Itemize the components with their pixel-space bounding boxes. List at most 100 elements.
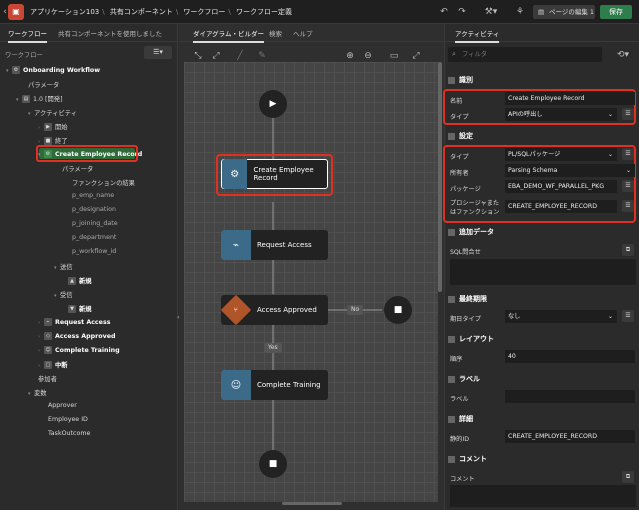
procedure-list-icon[interactable]: ☰ — [622, 200, 634, 212]
tree-menu-button[interactable]: ☰▾ — [144, 46, 172, 59]
tab-help[interactable]: ヘルプ — [293, 28, 313, 38]
comment-textarea[interactable] — [450, 485, 636, 507]
tree-complete-training[interactable]: › ☺ Complete Training — [38, 346, 120, 354]
edit-icon[interactable]: ✎ — [256, 50, 268, 62]
tree-params[interactable]: パラメータ — [28, 80, 59, 89]
tree-interrupt[interactable]: › □ 中断 — [38, 360, 68, 369]
sql-editor-icon[interactable]: ⧉ — [622, 244, 634, 256]
label-field[interactable] — [505, 390, 635, 403]
end-node[interactable]: ■ — [259, 450, 287, 478]
tree-new-1[interactable]: ▲ 新規 — [68, 276, 92, 285]
search-icon: ⌕ — [452, 50, 456, 58]
start-node[interactable]: ▶ — [259, 90, 287, 118]
breadcrumb-workflow[interactable]: ワークフロー — [183, 8, 225, 16]
app-logo-icon[interactable]: ▣ — [8, 4, 24, 20]
section-layout[interactable]: レイアウト — [448, 334, 636, 344]
zoom-in-icon[interactable]: ⊕ — [344, 50, 356, 62]
name-field[interactable]: Create Employee Record — [505, 92, 635, 105]
tree-send[interactable]: ▾ 送信 — [54, 262, 73, 271]
canvas-vertical-scrollbar[interactable] — [438, 62, 442, 292]
tree-receive[interactable]: ▾ 受信 — [54, 290, 73, 299]
tree-var-1[interactable]: Approver — [48, 402, 77, 409]
tab-activity[interactable]: アクティビティ — [455, 28, 500, 43]
layout-icon[interactable]: ⤢ — [210, 50, 222, 62]
tree-func-result[interactable]: ファンクションの結果 — [72, 178, 135, 187]
node-request-access[interactable]: ⌁ Request Access — [221, 230, 328, 260]
breadcrumb-app[interactable]: アプリケーション103 — [30, 8, 99, 16]
type-list-icon[interactable]: ☰ — [622, 108, 634, 120]
save-button[interactable]: 保存 — [600, 5, 632, 19]
breadcrumb-shared[interactable]: 共有コンポーネント — [110, 8, 173, 16]
node-complete-training[interactable]: ☺ Complete Training — [221, 370, 328, 400]
type-select[interactable]: APIの呼出し ⌄ — [505, 108, 617, 121]
chevron-down-icon: ⌄ — [607, 151, 613, 158]
tree-variables[interactable]: ▾ 変数 — [28, 388, 47, 397]
tree-start[interactable]: › ▶ 開始 — [38, 122, 68, 131]
redo-icon[interactable]: ↷ — [456, 6, 468, 18]
tree-param-2[interactable]: p_designation — [72, 206, 116, 213]
undo-icon[interactable]: ↶ — [438, 6, 450, 18]
tree-participants[interactable]: 参加者 — [38, 374, 57, 383]
zoom-out-icon[interactable]: ⊖ — [362, 50, 374, 62]
settings-type-select[interactable]: PL/SQLパッケージ ⌄ — [505, 148, 617, 161]
tree-param-3[interactable]: p_joining_date — [72, 220, 118, 227]
yes-branch-label[interactable]: Yes — [264, 343, 282, 353]
go-to-group-icon[interactable]: ⟲▾ — [614, 49, 632, 61]
tree-param-1[interactable]: p_emp_name — [72, 192, 114, 199]
section-settings[interactable]: 設定 — [448, 131, 636, 141]
due-type-select[interactable]: なし ⌄ — [505, 310, 617, 323]
tree-sub-params[interactable]: パラメータ — [62, 164, 93, 173]
tab-shared-components[interactable]: 共有コンポーネントを使用しました — [58, 28, 162, 38]
tree-end[interactable]: › ■ 終了 — [38, 136, 68, 145]
edit-page-button[interactable]: ▤ ページの編集 1 — [533, 5, 595, 19]
fit-icon[interactable]: ▭ — [388, 50, 400, 62]
section-identification[interactable]: 識別 — [448, 75, 636, 85]
node-access-approved[interactable]: ⑂ Access Approved — [220, 294, 328, 326]
owner-select[interactable]: Parsing Schema ⌄ — [505, 164, 635, 177]
filter-input[interactable] — [462, 49, 592, 60]
tree-param-4[interactable]: p_department — [72, 234, 116, 241]
no-branch-label[interactable]: No — [347, 305, 364, 315]
package-field[interactable]: EBA_DEMO_WF_PARALLEL_PKG — [505, 180, 617, 193]
diagram-canvas[interactable]: ▶ ⚙ Create Employee Record ⌁ Request Acc… — [184, 62, 438, 502]
split-icon: ◇ — [44, 332, 52, 340]
static-id-field[interactable]: CREATE_EMPLOYEE_RECORD — [505, 430, 635, 443]
connector-icon[interactable]: ╱ — [234, 50, 246, 62]
tree-var-2[interactable]: Employee ID — [48, 416, 88, 423]
section-toggle-icon — [448, 228, 455, 236]
section-comments[interactable]: コメント — [448, 454, 636, 464]
settings-type-list-icon[interactable]: ☰ — [622, 148, 634, 160]
tree-root-label: ワークフロー — [5, 52, 43, 59]
tree-param-5[interactable]: p_workflow_id — [72, 248, 116, 255]
canvas-horizontal-scrollbar[interactable] — [282, 502, 342, 505]
team-dev-icon[interactable]: ⚘ — [514, 6, 526, 18]
section-label[interactable]: ラベル — [448, 374, 636, 384]
tree-onboarding[interactable]: ▾ ⚙ Onboarding Workflow — [6, 66, 100, 74]
tab-diagram-builder[interactable]: ダイアグラム・ビルダー — [193, 28, 264, 43]
section-additional-data[interactable]: 追加データ — [448, 227, 636, 237]
tab-search[interactable]: 検索 — [269, 28, 282, 38]
filter-input-box[interactable]: ⌕ — [448, 47, 602, 62]
procedure-field[interactable]: CREATE_EMPLOYEE_RECORD — [505, 200, 617, 213]
comment-editor-icon[interactable]: ⧉ — [622, 471, 634, 483]
sql-query-textarea[interactable] — [450, 259, 636, 285]
tree-access-approved[interactable]: › ◇ Access Approved — [38, 332, 116, 340]
sequence-field[interactable]: 40 — [505, 350, 635, 363]
tree-activities[interactable]: ▾ アクティビティ — [28, 108, 77, 117]
tree-var-3[interactable]: TaskOutcome — [48, 430, 90, 437]
tree-request-access[interactable]: › ⌁ Request Access — [38, 318, 110, 326]
tree-new-2[interactable]: ▼ 新規 — [68, 304, 92, 313]
tree-start-label: 開始 — [55, 124, 68, 131]
package-list-icon[interactable]: ☰ — [622, 180, 634, 192]
move-icon[interactable]: ⤡ — [192, 50, 204, 62]
tree-version[interactable]: ▾ ▤ 1.0 [開発] — [16, 94, 63, 103]
end-node-no[interactable]: ■ — [384, 296, 412, 324]
switch-icon: ⑂ — [220, 294, 252, 326]
due-type-list-icon[interactable]: ☰ — [622, 310, 634, 322]
tab-workflow[interactable]: ワークフロー — [8, 28, 47, 43]
section-deadline[interactable]: 最終期限 — [448, 294, 636, 304]
utilities-icon[interactable]: ⚒▾ — [482, 6, 500, 18]
tree-new-2-label: 新規 — [79, 306, 92, 313]
fullscreen-icon[interactable]: ⤢ — [410, 50, 422, 62]
section-advanced[interactable]: 詳細 — [448, 414, 636, 424]
